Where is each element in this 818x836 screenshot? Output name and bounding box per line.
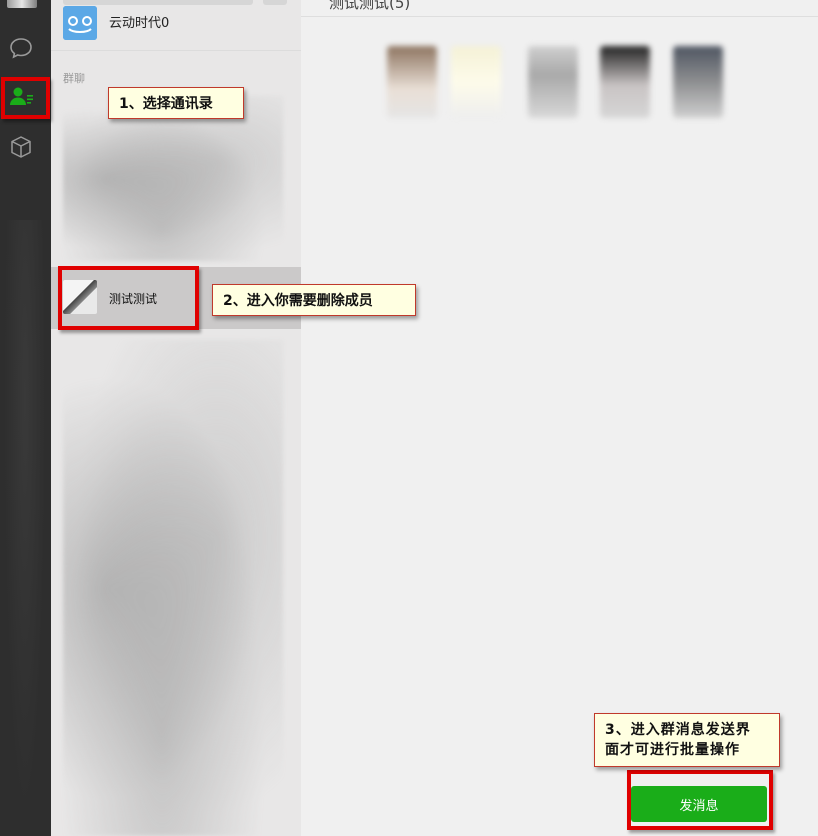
contact-list: 云动时代0 群聊 测试测试: [51, 0, 301, 836]
official-account-avatar: [63, 6, 97, 40]
list-item-official-account[interactable]: 云动时代0: [51, 0, 301, 51]
section-label-groups: 群聊: [63, 72, 85, 85]
rail-blurred-area: [4, 220, 46, 820]
highlight-box-contacts: [1, 77, 50, 119]
title-divider: [301, 16, 818, 17]
annotation-step-3: 3、进入群消息发送界 面才可进行批量操作: [594, 713, 780, 767]
member-avatar[interactable]: [600, 46, 650, 118]
box-icon[interactable]: [7, 133, 35, 161]
official-account-name: 云动时代0: [109, 16, 170, 31]
blurred-contacts-top: [63, 96, 283, 261]
annotation-step-1: 1、选择通讯录: [108, 87, 244, 119]
page-title: 测试测试(5): [329, 0, 411, 12]
blurred-contacts-bottom: [63, 340, 283, 836]
group-detail-panel: 测试测试(5) 发消息: [301, 0, 818, 836]
member-avatar[interactable]: [528, 46, 578, 118]
member-avatar[interactable]: [673, 46, 723, 118]
sidebar-rail: [0, 0, 51, 836]
chat-icon[interactable]: [7, 34, 35, 62]
annotation-step-2: 2、进入你需要删除成员: [212, 284, 416, 316]
member-avatar[interactable]: [387, 46, 437, 118]
annotation-step-3-line1: 3、进入群消息发送界: [605, 722, 751, 738]
highlight-box-group: [58, 266, 199, 330]
user-avatar[interactable]: [7, 0, 37, 8]
annotation-step-3-line2: 面才可进行批量操作: [605, 742, 740, 758]
member-avatar[interactable]: [451, 46, 501, 118]
highlight-box-send: [627, 770, 773, 830]
